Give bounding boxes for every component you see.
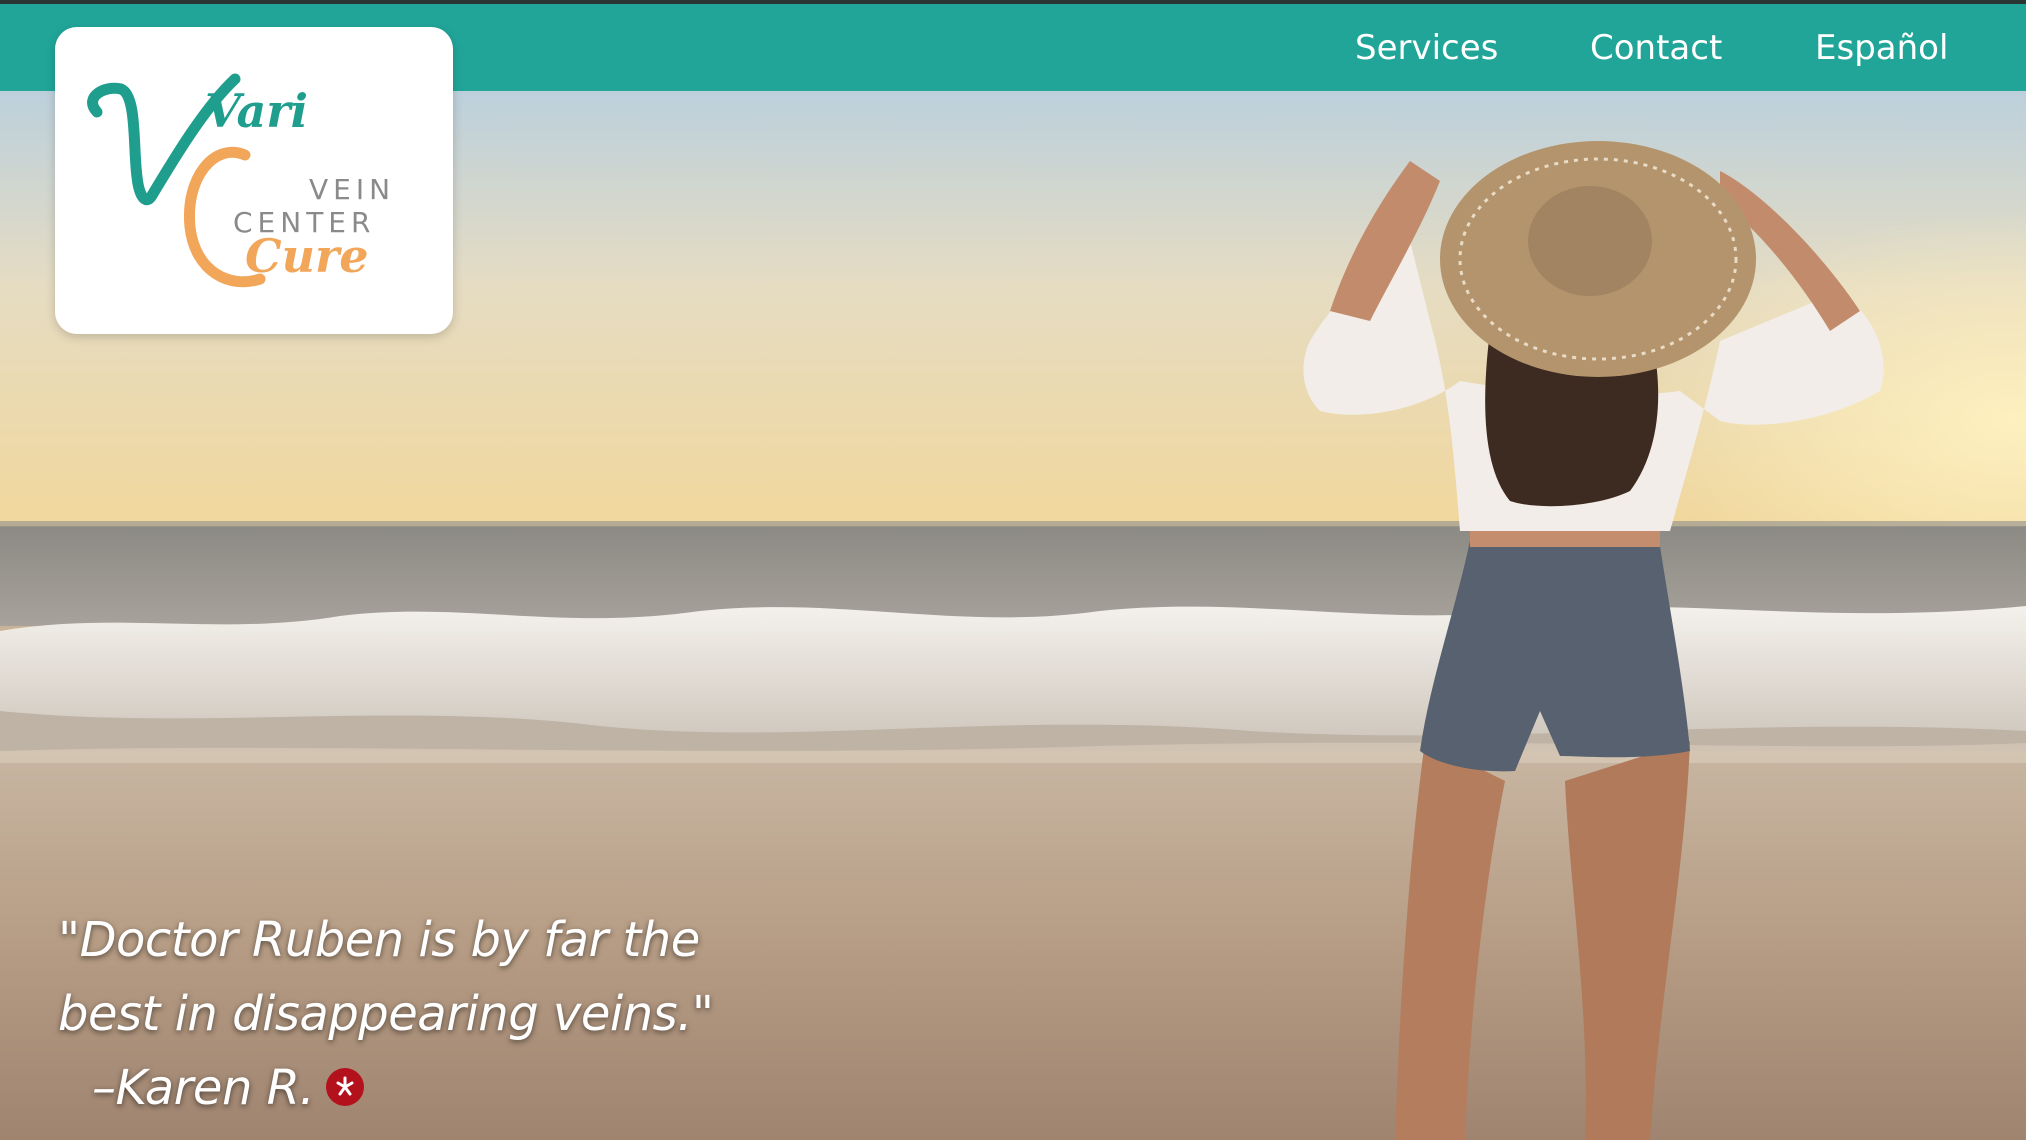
logo[interactable]: Vari Cure VEIN CENTER — [55, 27, 453, 334]
logo-wordmark-top: Vari — [205, 84, 308, 138]
testimonial-quote: "Doctor Ruben is by far the best in disa… — [58, 903, 858, 1125]
logo-graphic: Vari Cure VEIN CENTER — [87, 73, 395, 288]
nav-contact-link[interactable]: Contact — [1590, 28, 1722, 68]
logo-tagline-bottom: CENTER — [233, 206, 375, 239]
yelp-burst-icon — [336, 1076, 354, 1096]
quote-author-name: –Karen R. — [92, 1060, 315, 1116]
yelp-icon[interactable] — [326, 1068, 365, 1106]
quote-line-2: best in disappearing veins." — [58, 986, 714, 1042]
quote-line-1: "Doctor Ruben is by far the — [58, 912, 700, 968]
nav-espanol-link[interactable]: Español — [1815, 28, 1948, 68]
nav-services-link[interactable]: Services — [1355, 28, 1498, 68]
logo-tagline-top: VEIN — [309, 173, 395, 206]
quote-author: –Karen R. — [58, 1051, 858, 1125]
